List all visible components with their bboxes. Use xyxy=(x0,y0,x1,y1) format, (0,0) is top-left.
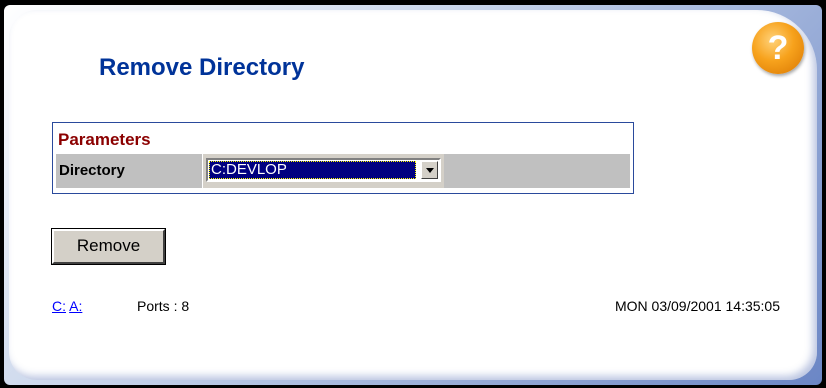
page-title: Remove Directory xyxy=(99,54,305,81)
directory-cell: C:DEVLOP xyxy=(202,154,444,188)
chevron-down-icon[interactable] xyxy=(421,161,438,179)
directory-row: Directory C:DEVLOP xyxy=(56,154,630,188)
directory-selected-value[interactable]: C:DEVLOP xyxy=(209,161,416,179)
window-frame: Remove Directory ? Parameters Directory … xyxy=(0,0,826,388)
drive-links: C: A: xyxy=(52,298,82,314)
help-icon[interactable]: ? xyxy=(752,22,804,74)
parameters-panel: Parameters Directory C:DEVLOP xyxy=(52,122,634,194)
directory-label: Directory xyxy=(59,162,125,179)
parameters-header: Parameters xyxy=(58,130,151,149)
ports-count: Ports : 8 xyxy=(137,298,190,314)
datetime-display: MON 03/09/2001 14:35:05 xyxy=(614,298,780,314)
remove-button[interactable]: Remove xyxy=(51,228,166,265)
drive-link-a[interactable]: A: xyxy=(69,298,82,314)
directory-select[interactable]: C:DEVLOP xyxy=(206,158,441,182)
drive-link-c[interactable]: C: xyxy=(52,298,66,314)
